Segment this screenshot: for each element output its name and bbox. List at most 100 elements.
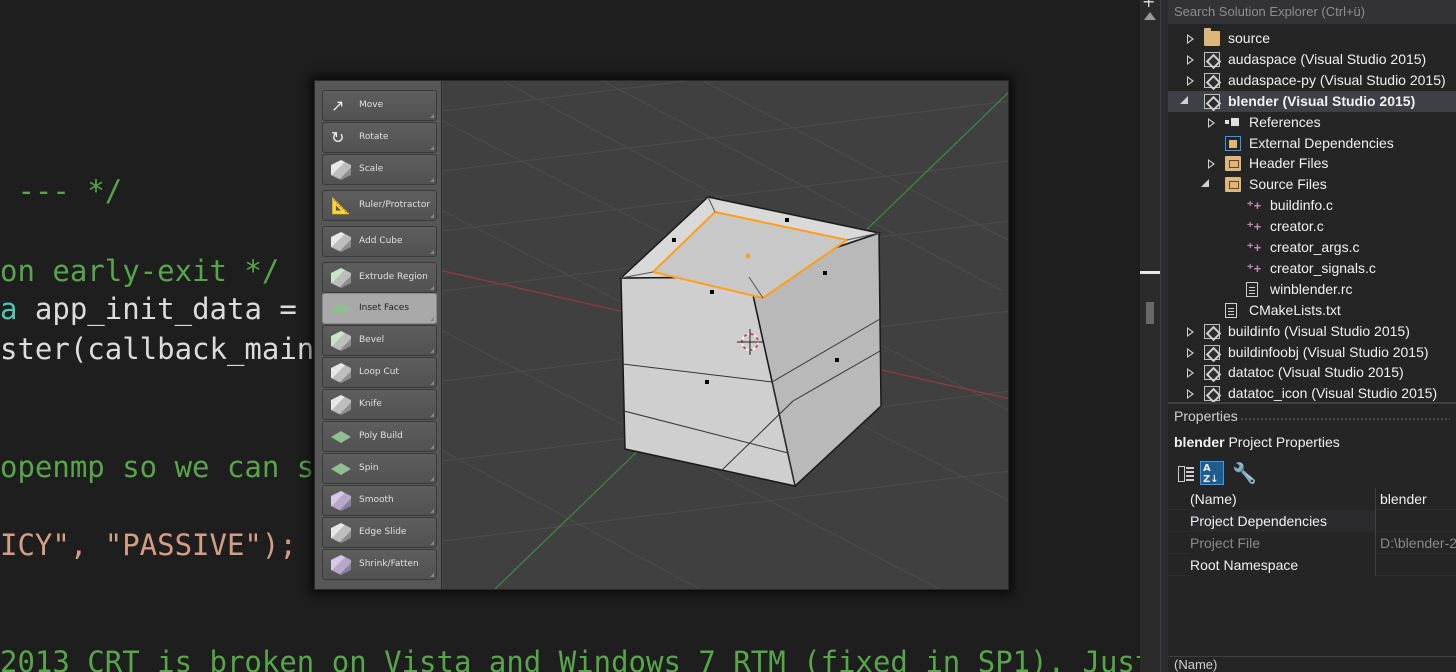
property-value[interactable] [1376, 510, 1456, 532]
project-icon [1204, 72, 1220, 88]
tree-item[interactable]: Header Files [1168, 153, 1456, 174]
wrench-icon[interactable]: 🔧 [1232, 461, 1257, 485]
collapsed-arrow-icon[interactable] [1187, 368, 1194, 379]
tree-item[interactable]: datatoc_icon (Visual Studio 2015) [1168, 383, 1456, 402]
tree-item[interactable]: CMakeLists.txt [1168, 300, 1456, 321]
collapsed-arrow-icon[interactable] [1187, 389, 1194, 400]
tool-button[interactable]: 📐 Ruler/Protractor [322, 190, 437, 221]
tree-item[interactable]: blender (Visual Studio 2015) [1168, 90, 1456, 112]
expanded-arrow-icon[interactable] [1201, 179, 1209, 188]
expanded-arrow-icon[interactable] [1180, 95, 1188, 104]
collapsed-arrow-icon[interactable] [1208, 117, 1215, 128]
tool-options-corner-icon [430, 413, 434, 417]
property-value[interactable]: D:\blender-2 [1376, 532, 1456, 554]
tool-button[interactable]: Bevel [322, 325, 437, 356]
bevel-icon [331, 331, 351, 351]
property-row[interactable]: Project Dependencies [1168, 510, 1456, 532]
scroll-up-icon[interactable] [1144, 12, 1156, 20]
tree-item[interactable]: ⁺+ buildinfo.c [1168, 195, 1456, 216]
tree-item[interactable]: audaspace-py (Visual Studio 2015) [1168, 70, 1456, 91]
tool-label: Scale [359, 164, 384, 174]
project-icon [1204, 51, 1220, 67]
vertex[interactable] [705, 380, 709, 384]
properties-subject[interactable]: blender Project Properties [1174, 434, 1340, 450]
c-file-icon: ⁺+ [1246, 219, 1262, 235]
tree-item[interactable]: ⁺+ creator_args.c [1168, 237, 1456, 258]
code-line[interactable]: ster(callback_main_a [0, 332, 349, 366]
scrollbar-thumb[interactable] [1146, 302, 1154, 324]
categorized-icon[interactable] [1174, 461, 1198, 485]
tool-button[interactable]: Knife [322, 389, 437, 420]
tool-button[interactable]: Loop Cut [322, 357, 437, 388]
tree-item-label: creator_args.c [1270, 239, 1360, 255]
panel-splitter[interactable] [1160, 0, 1168, 672]
collapsed-arrow-icon[interactable] [1187, 347, 1194, 358]
project-icon [1204, 323, 1220, 339]
code-line[interactable]: --- */ [0, 174, 122, 208]
property-value[interactable] [1376, 554, 1456, 576]
tool-label: Poly Build [359, 431, 403, 441]
vertex[interactable] [785, 218, 789, 222]
tool-button[interactable]: Poly Build [322, 421, 437, 452]
tree-item[interactable]: buildinfoobj (Visual Studio 2015) [1168, 342, 1456, 363]
add-icon[interactable]: + [1142, 0, 1155, 11]
tool-button[interactable]: Spin [322, 453, 437, 484]
properties-title: Properties [1174, 408, 1238, 424]
tool-label: Loop Cut [359, 367, 399, 377]
tree-item[interactable]: References [1168, 112, 1456, 133]
collapsed-arrow-icon[interactable] [1187, 75, 1194, 86]
tree-item[interactable]: ⁺+ creator_signals.c [1168, 258, 1456, 279]
property-row[interactable]: Project File D:\blender-2 [1168, 532, 1456, 554]
code-line[interactable]: openmp so we can set [0, 450, 349, 484]
collapsed-arrow-icon[interactable] [1187, 34, 1194, 44]
tool-button[interactable]: Edge Slide [322, 517, 437, 548]
property-row[interactable]: Root Namespace [1168, 554, 1456, 576]
editor-scrollbar[interactable]: + [1140, 0, 1160, 672]
tree-item[interactable]: datatoc (Visual Studio 2015) [1168, 362, 1456, 383]
solution-explorer-search-input[interactable]: Search Solution Explorer (Ctrl+ü) [1168, 0, 1456, 24]
vertex[interactable] [710, 290, 714, 294]
vertex[interactable] [823, 271, 827, 275]
vertex[interactable] [835, 358, 839, 362]
3d-viewport[interactable] [442, 81, 1009, 590]
tool-button[interactable]: ↗ Move [322, 90, 437, 121]
viewport-scene[interactable] [442, 81, 1009, 590]
tree-item[interactable]: Source Files [1168, 174, 1456, 195]
tool-options-corner-icon [430, 250, 434, 254]
tool-button[interactable]: Scale [322, 154, 437, 185]
collapsed-arrow-icon[interactable] [1187, 326, 1194, 337]
tree-item[interactable]: audaspace (Visual Studio 2015) [1168, 49, 1456, 70]
alphabetical-icon[interactable]: A Z↓ [1200, 461, 1224, 485]
tree-item[interactable]: buildinfo (Visual Studio 2015) [1168, 321, 1456, 342]
tool-button[interactable]: Extrude Region [322, 262, 437, 293]
property-row[interactable]: (Name) blender [1168, 488, 1456, 510]
tool-button[interactable]: Shrink/Fatten [322, 549, 437, 580]
panel-grip[interactable] [1240, 417, 1450, 421]
code-line[interactable]: on early-exit */ [0, 254, 279, 288]
tool-button[interactable]: Add Cube [322, 226, 437, 257]
tool-shelf: ↗ Move ↻ Rotate Scale 📐 Ruler/Protractor Add Cu… [315, 81, 442, 589]
tool-label: Add Cube [359, 236, 403, 246]
tree-item[interactable]: ⁺+ creator.c [1168, 216, 1456, 237]
tool-options-corner-icon [430, 477, 434, 481]
vertex[interactable] [672, 238, 676, 242]
tool-button[interactable]: ↻ Rotate [322, 122, 437, 153]
code-line[interactable]: a app_init_data = {N [0, 292, 349, 326]
tree-item[interactable]: source [1168, 28, 1456, 49]
properties-subject-type: Project Properties [1228, 434, 1340, 450]
tool-button[interactable]: Smooth [322, 485, 437, 516]
tree-item[interactable]: winblender.rc [1168, 279, 1456, 300]
project-icon [1204, 365, 1220, 381]
c-file-icon: ⁺+ [1246, 260, 1262, 276]
code-line[interactable]: ICY", "PASSIVE"); [0, 528, 297, 562]
tree-item[interactable]: External Dependencies [1168, 133, 1456, 154]
tool-options-corner-icon [430, 146, 434, 150]
code-line[interactable]: 2013 CRT is broken on Vista and Windows … [0, 645, 1140, 672]
project-icon [1204, 386, 1220, 402]
property-value[interactable]: blender [1376, 488, 1456, 510]
tool-button[interactable]: Inset Faces [322, 293, 437, 324]
tool-label: Inset Faces [359, 303, 410, 313]
collapsed-arrow-icon[interactable] [1187, 54, 1194, 65]
collapsed-arrow-icon[interactable] [1208, 159, 1215, 170]
tool-options-corner-icon [430, 214, 434, 218]
